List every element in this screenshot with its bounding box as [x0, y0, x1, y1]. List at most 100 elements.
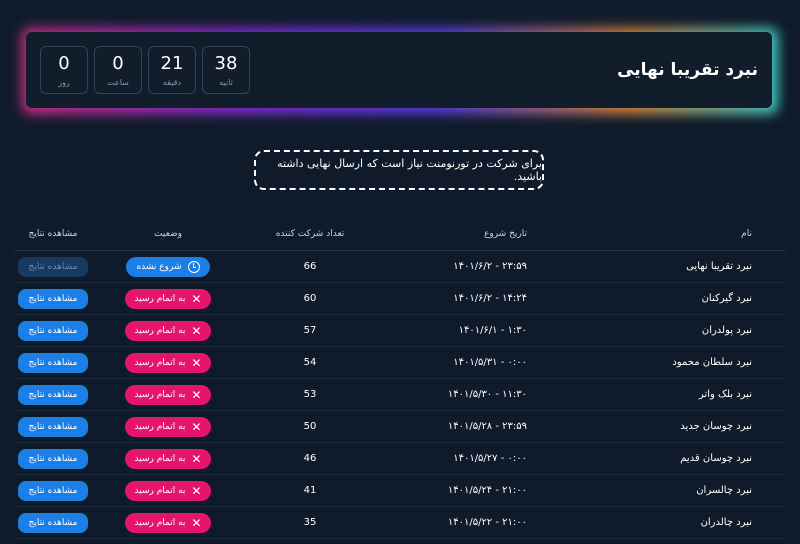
tournament-name: نبرد پولدران — [561, 314, 786, 347]
status-badge: ✕ به اتمام رسید — [124, 448, 212, 469]
results-cell: مشاهده نتایج — [14, 250, 92, 283]
status-cell: ✕ به اتمام رسید — [92, 410, 244, 443]
participant-count: 53 — [244, 378, 376, 411]
tournament-table: نام تاریخ شروع تعداد شرکت کننده وضعیت مش… — [14, 218, 786, 539]
status-badge: ✕ به اتمام رسید — [124, 352, 212, 373]
participant-count: 41 — [244, 474, 376, 507]
countdown-value: 21 — [160, 52, 184, 74]
results-cell: مشاهده نتایج — [14, 410, 92, 443]
table-row: نبرد تقریبا نهایی ۱۴۰۱/۶/۲ - ۲۳:۵۹ 66 شروع … — [14, 250, 786, 283]
start-date: ۱۴۰۱/۵/۲۷ - ۰:۰۰ — [376, 442, 561, 475]
countdown-minutes: 21 دقیقه — [148, 46, 196, 94]
tournament-name: نبرد بلک واتر — [561, 378, 786, 411]
status-label: به اتمام رسید — [134, 453, 186, 464]
view-results-button[interactable]: مشاهده نتایج — [18, 256, 88, 277]
status-label: به اتمام رسید — [134, 485, 186, 496]
status-badge: ✕ به اتمام رسید — [124, 512, 212, 533]
participant-count: 46 — [244, 442, 376, 475]
view-results-button[interactable]: مشاهده نتایج — [18, 352, 88, 373]
notice-box: برای شرکت در تورنومنت نیاز است که ارسال … — [254, 150, 544, 190]
header-name: نام — [561, 218, 786, 251]
table-row: نبرد چالسران ۱۴۰۱/۵/۲۴ - ۲۱:۰۰ 41 ✕ به اتمام… — [14, 474, 786, 507]
close-icon: ✕ — [191, 451, 202, 466]
status-label: به اتمام رسید — [134, 357, 186, 368]
status-cell: ✕ به اتمام رسید — [92, 346, 244, 379]
close-icon: ✕ — [191, 419, 202, 434]
view-results-button[interactable]: مشاهده نتایج — [18, 320, 88, 341]
status-cell: ✕ به اتمام رسید — [92, 474, 244, 507]
countdown-seconds: 38 ثانیه — [202, 46, 250, 94]
participant-count: 66 — [244, 250, 376, 283]
start-date: ۱۴۰۱/۵/۲۲ - ۲۱:۰۰ — [376, 506, 561, 539]
view-results-button[interactable]: مشاهده نتایج — [18, 384, 88, 405]
status-cell: ✕ به اتمام رسید — [92, 442, 244, 475]
status-cell: ✕ به اتمام رسید — [92, 314, 244, 347]
start-date: ۱۴۰۱/۵/۳۱ - ۰:۰۰ — [376, 346, 561, 379]
countdown: 0 روز 0 ساعت 21 دقیقه 38 ثانیه — [40, 46, 250, 94]
status-cell: شروع نشده — [92, 250, 244, 283]
header-participants: تعداد شرکت کننده — [244, 218, 376, 251]
status-label: به اتمام رسید — [134, 325, 186, 336]
start-date: ۱۴۰۱/۶/۲ - ۲۳:۵۹ — [376, 250, 561, 283]
table-row: نبرد گیرکنان ۱۴۰۱/۶/۲ - ۱۴:۲۴ 60 ✕ به اتمام … — [14, 282, 786, 315]
countdown-hours: 0 ساعت — [94, 46, 142, 94]
results-cell: مشاهده نتایج — [14, 314, 92, 347]
clock-icon — [187, 260, 200, 273]
status-badge: ✕ به اتمام رسید — [124, 480, 212, 501]
view-results-button[interactable]: مشاهده نتایج — [18, 416, 88, 437]
start-date: ۱۴۰۱/۶/۱ - ۱:۳۰ — [376, 314, 561, 347]
start-date: ۱۴۰۱/۵/۳۰ - ۱۱:۳۰ — [376, 378, 561, 411]
tournament-name: نبرد گیرکنان — [561, 282, 786, 315]
status-label: به اتمام رسید — [134, 389, 186, 400]
countdown-value: 38 — [214, 52, 238, 74]
countdown-value: 0 — [112, 52, 124, 74]
close-icon: ✕ — [191, 515, 202, 530]
view-results-button[interactable]: مشاهده نتایج — [18, 288, 88, 309]
close-icon: ✕ — [191, 387, 202, 402]
status-badge: ✕ به اتمام رسید — [124, 416, 212, 437]
table-row: نبرد بلک واتر ۱۴۰۱/۵/۳۰ - ۱۱:۳۰ 53 ✕ به اتما… — [14, 378, 786, 411]
participant-count: 57 — [244, 314, 376, 347]
start-date: ۱۴۰۱/۵/۲۸ - ۲۳:۵۹ — [376, 410, 561, 443]
countdown-label: روز — [58, 77, 70, 87]
results-cell: مشاهده نتایج — [14, 346, 92, 379]
status-badge: ✕ به اتمام رسید — [124, 384, 212, 405]
status-label: به اتمام رسید — [134, 293, 186, 304]
close-icon: ✕ — [191, 291, 202, 306]
view-results-button[interactable]: مشاهده نتایج — [18, 512, 88, 533]
table-row: نبرد چالدران ۱۴۰۱/۵/۲۲ - ۲۱:۰۰ 35 ✕ به اتمام… — [14, 506, 786, 539]
status-cell: ✕ به اتمام رسید — [92, 506, 244, 539]
participant-count: 35 — [244, 506, 376, 539]
close-icon: ✕ — [191, 355, 202, 370]
table-row: نبرد سلطان محمود ۱۴۰۱/۵/۳۱ - ۰:۰۰ 54 ✕ به ات… — [14, 346, 786, 379]
tournament-name: نبرد چوسان جدید — [561, 410, 786, 443]
status-label: به اتمام رسید — [134, 517, 186, 528]
countdown-label: دقیقه — [162, 77, 182, 87]
participant-count: 60 — [244, 282, 376, 315]
results-cell: مشاهده نتایج — [14, 474, 92, 507]
participant-count: 50 — [244, 410, 376, 443]
hero-card: 0 روز 0 ساعت 21 دقیقه 38 ثانیه نبرد تقری… — [26, 32, 772, 108]
status-cell: ✕ به اتمام رسید — [92, 378, 244, 411]
tournament-name: نبرد چوسان قدیم — [561, 442, 786, 475]
countdown-label: ثانیه — [219, 77, 233, 87]
tournament-name: نبرد چالدران — [561, 506, 786, 539]
tournament-name: نبرد سلطان محمود — [561, 346, 786, 379]
results-cell: مشاهده نتایج — [14, 378, 92, 411]
table-header-row: نام تاریخ شروع تعداد شرکت کننده وضعیت مش… — [14, 218, 786, 251]
header-start-date: تاریخ شروع — [376, 218, 561, 251]
status-badge: شروع نشده — [126, 256, 210, 277]
status-label: شروع نشده — [136, 261, 182, 272]
close-icon: ✕ — [191, 483, 202, 498]
start-date: ۱۴۰۱/۵/۲۴ - ۲۱:۰۰ — [376, 474, 561, 507]
status-badge: ✕ به اتمام رسید — [124, 320, 212, 341]
status-cell: ✕ به اتمام رسید — [92, 282, 244, 315]
countdown-label: ساعت — [107, 77, 129, 87]
view-results-button[interactable]: مشاهده نتایج — [18, 448, 88, 469]
tournament-name: نبرد چالسران — [561, 474, 786, 507]
countdown-value: 0 — [58, 52, 70, 74]
table-row: نبرد پولدران ۱۴۰۱/۶/۱ - ۱:۳۰ 57 ✕ به اتمام ر… — [14, 314, 786, 347]
view-results-button[interactable]: مشاهده نتایج — [18, 480, 88, 501]
participant-count: 54 — [244, 346, 376, 379]
results-cell: مشاهده نتایج — [14, 282, 92, 315]
